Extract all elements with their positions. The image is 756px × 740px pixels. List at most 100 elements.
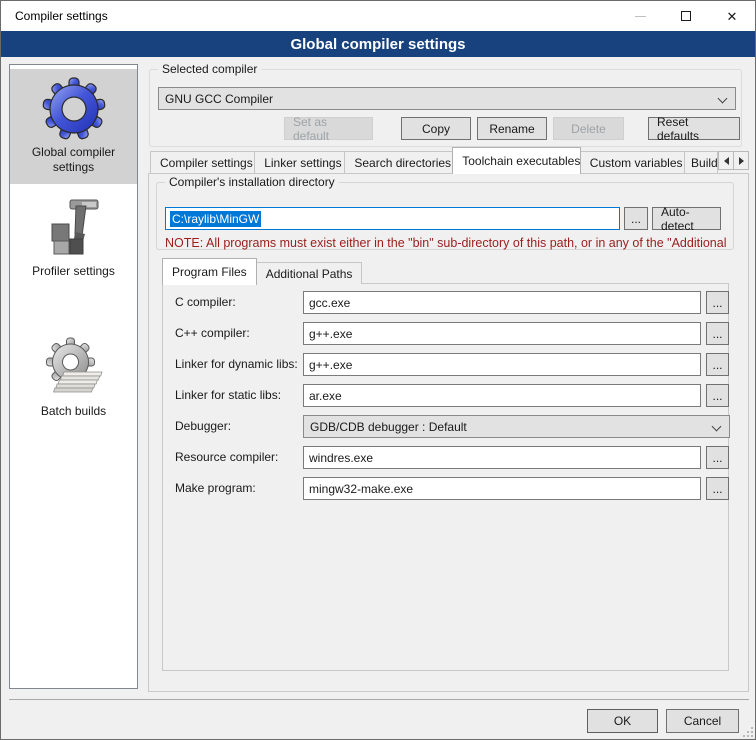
blue-gear-icon xyxy=(42,77,106,141)
selected-compiler-group: Selected compiler GNU GCC Compiler Set a… xyxy=(149,69,742,147)
c-compiler-browse-button[interactable]: ... xyxy=(706,291,729,314)
linker-dynamic-browse-button[interactable]: ... xyxy=(706,353,729,376)
settings-tabstrip: Compiler settings Linker settings Search… xyxy=(150,147,749,173)
window-controls: ✕ xyxy=(617,1,755,31)
compiler-select-value: GNU GCC Compiler xyxy=(165,92,273,106)
cpp-compiler-browse-button[interactable]: ... xyxy=(706,322,729,345)
ellipsis-label: ... xyxy=(712,296,722,310)
field-label: Debugger: xyxy=(175,419,231,433)
ok-button[interactable]: OK xyxy=(587,709,658,733)
tab-search-directories[interactable]: Search directories xyxy=(344,151,453,173)
copy-button[interactable]: Copy xyxy=(401,117,471,140)
ellipsis-label: ... xyxy=(712,451,722,465)
window-title: Compiler settings xyxy=(15,9,108,23)
field-row-linker-static: Linker for static libs: ... xyxy=(163,384,728,407)
subtab-program-files[interactable]: Program Files xyxy=(162,258,257,285)
tab-label: Custom variables xyxy=(590,156,683,170)
chevron-down-icon xyxy=(718,94,728,104)
tab-scroll-buttons xyxy=(719,151,749,173)
field-label: C compiler: xyxy=(175,295,236,309)
reset-defaults-button[interactable]: Reset defaults xyxy=(648,117,740,140)
sidebar-item-label: Batch builds xyxy=(10,404,137,427)
subtab-additional-paths[interactable]: Additional Paths xyxy=(256,262,363,284)
sidebar-item-batch-builds[interactable]: Batch builds xyxy=(10,328,137,438)
toolchain-executables-page: Compiler's installation directory C:\ray… xyxy=(148,173,749,692)
field-label: Linker for static libs: xyxy=(175,388,281,402)
arrow-left-icon xyxy=(724,157,729,165)
tab-scroll-left-button[interactable] xyxy=(718,151,734,170)
field-row-cpp-compiler: C++ compiler: ... xyxy=(163,322,728,345)
field-row-make-program: Make program: ... xyxy=(163,477,728,500)
field-label: Linker for dynamic libs: xyxy=(175,357,298,371)
field-label: C++ compiler: xyxy=(175,326,250,340)
set-as-default-label: Set as default xyxy=(293,115,364,143)
sidebar-item-label: Global compiler settings xyxy=(10,145,137,183)
ellipsis-label: ... xyxy=(712,327,722,341)
minimize-icon xyxy=(635,16,646,17)
ellipsis-label: ... xyxy=(631,212,641,226)
close-icon: ✕ xyxy=(727,10,738,23)
tab-custom-variables[interactable]: Custom variables xyxy=(580,151,685,173)
gray-gear-stack-icon xyxy=(42,336,106,400)
cpp-compiler-input[interactable] xyxy=(303,322,701,345)
delete-button[interactable]: Delete xyxy=(553,117,624,140)
auto-detect-button[interactable]: Auto-detect xyxy=(652,207,721,230)
field-row-c-compiler: C compiler: ... xyxy=(163,291,728,314)
tab-label: Build options xyxy=(691,156,718,170)
tab-compiler-settings[interactable]: Compiler settings xyxy=(150,151,255,173)
c-compiler-input[interactable] xyxy=(303,291,701,314)
minimize-button[interactable] xyxy=(617,1,663,31)
sidebar-item-global-compiler-settings[interactable]: Global compiler settings xyxy=(10,69,137,184)
toolchain-subtabstrip: Program Files Additional Paths xyxy=(162,257,361,284)
rename-button[interactable]: Rename xyxy=(477,117,547,140)
bin-subdirectory-note: NOTE: All programs must exist either in … xyxy=(165,236,727,250)
maximize-icon xyxy=(681,11,691,21)
resource-compiler-browse-button[interactable]: ... xyxy=(706,446,729,469)
chevron-down-icon xyxy=(712,422,722,432)
installation-directory-value: C:\raylib\MinGW xyxy=(170,211,261,227)
compiler-select[interactable]: GNU GCC Compiler xyxy=(158,87,736,110)
close-button[interactable]: ✕ xyxy=(709,1,755,31)
field-row-linker-dynamic: Linker for dynamic libs: ... xyxy=(163,353,728,376)
rename-label: Rename xyxy=(489,122,534,136)
delete-label: Delete xyxy=(571,122,606,136)
arrow-right-icon xyxy=(739,157,744,165)
sidebar-item-label: Profiler settings xyxy=(10,264,137,287)
tab-label: Linker settings xyxy=(264,156,341,170)
maximize-button[interactable] xyxy=(663,1,709,31)
field-label: Resource compiler: xyxy=(175,450,278,464)
make-program-input[interactable] xyxy=(303,477,701,500)
tab-build-options[interactable]: Build options xyxy=(684,151,718,173)
ok-label: OK xyxy=(614,714,631,728)
installation-directory-legend: Compiler's installation directory xyxy=(165,175,339,189)
tab-scroll-right-button[interactable] xyxy=(733,151,749,170)
field-label: Make program: xyxy=(175,481,256,495)
linker-static-browse-button[interactable]: ... xyxy=(706,384,729,407)
linker-static-input[interactable] xyxy=(303,384,701,407)
set-as-default-button[interactable]: Set as default xyxy=(284,117,373,140)
installation-directory-browse-button[interactable]: ... xyxy=(624,207,648,230)
debugger-select[interactable]: GDB/CDB debugger : Default xyxy=(303,415,730,438)
subtab-label: Program Files xyxy=(172,265,247,279)
installation-directory-group: Compiler's installation directory C:\ray… xyxy=(156,182,734,250)
resource-compiler-input[interactable] xyxy=(303,446,701,469)
banner-title: Global compiler settings xyxy=(290,36,465,53)
tab-linker-settings[interactable]: Linker settings xyxy=(254,151,345,173)
settings-category-list: Global compiler settings Profiler settin… xyxy=(9,64,138,689)
ellipsis-label: ... xyxy=(712,482,722,496)
installation-directory-input[interactable]: C:\raylib\MinGW xyxy=(165,207,620,230)
selected-compiler-legend: Selected compiler xyxy=(158,62,261,76)
tab-label: Toolchain executables xyxy=(462,154,580,168)
subtab-label: Additional Paths xyxy=(266,267,353,281)
tab-toolchain-executables[interactable]: Toolchain executables xyxy=(452,147,581,174)
cancel-label: Cancel xyxy=(684,714,721,728)
sidebar-item-profiler-settings[interactable]: Profiler settings xyxy=(10,188,137,306)
reset-defaults-label: Reset defaults xyxy=(657,115,731,143)
linker-dynamic-input[interactable] xyxy=(303,353,701,376)
dialog-banner: Global compiler settings xyxy=(1,31,755,57)
cancel-button[interactable]: Cancel xyxy=(666,709,739,733)
resize-grip-icon[interactable] xyxy=(741,725,753,737)
make-program-browse-button[interactable]: ... xyxy=(706,477,729,500)
compiler-settings-dialog: Compiler settings ✕ Global compiler sett… xyxy=(0,0,756,740)
field-row-resource-compiler: Resource compiler: ... xyxy=(163,446,728,469)
